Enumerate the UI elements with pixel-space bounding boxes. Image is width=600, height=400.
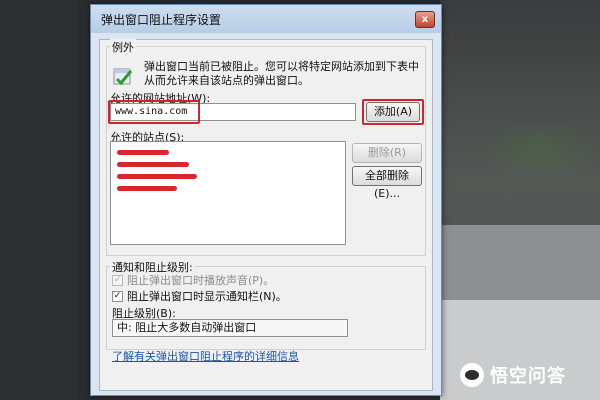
play-sound-option[interactable]: ✓ 阻止弹出窗口时播放声音(P)。 (112, 272, 274, 288)
list-item[interactable] (117, 159, 189, 170)
show-notification-bar-label: 阻止弹出窗口时显示通知栏(N)。 (127, 290, 287, 303)
show-notification-bar-checkbox[interactable]: ✓ (112, 290, 123, 302)
show-notification-bar-option[interactable]: ✓ 阻止弹出窗口时显示通知栏(N)。 (112, 288, 287, 304)
exceptions-info-text: 弹出窗口当前已被阻止。您可以将特定网站添加到下表中从而允许来自该站点的弹出窗口。 (144, 60, 419, 87)
background-blur (480, 118, 600, 178)
learn-more-link[interactable]: 了解有关弹出窗口阻止程序的详细信息 (112, 348, 299, 364)
popup-blocker-settings-dialog: 弹出窗口阻止程序设置 x 例外 弹出窗口当前已被阻止。您可以将特定网站添加到下表… (90, 4, 442, 396)
dialog-titlebar: 弹出窗口阻止程序设置 (91, 5, 441, 33)
watermark: 悟空问答 (460, 360, 566, 390)
redaction-mark (117, 150, 169, 155)
dialog-content: 例外 弹出窗口当前已被阻止。您可以将特定网站添加到下表中从而允许来自该站点的弹出… (99, 39, 433, 391)
remove-button[interactable]: 删除(R) (352, 143, 422, 163)
add-button-highlight (362, 99, 424, 125)
address-highlight (108, 100, 200, 124)
exceptions-group-label: 例外 (110, 39, 136, 55)
list-item[interactable] (117, 147, 169, 158)
list-item[interactable] (117, 183, 177, 194)
wukong-logo-icon (460, 363, 484, 387)
dialog-title: 弹出窗口阻止程序设置 (101, 12, 222, 27)
allowed-sites-list[interactable] (110, 141, 346, 245)
redaction-mark (117, 186, 177, 191)
close-button[interactable]: x (415, 11, 435, 28)
blocking-level-select[interactable]: 中: 阻止大多数自动弹出窗口 (112, 319, 348, 337)
shield-check-icon (113, 68, 133, 86)
play-sound-label: 阻止弹出窗口时播放声音(P)。 (127, 274, 275, 287)
watermark-text: 悟空问答 (490, 366, 566, 387)
desktop-background-right (440, 0, 600, 400)
redaction-mark (117, 174, 197, 179)
remove-all-button[interactable]: 全部删除(E)... (352, 166, 422, 200)
play-sound-checkbox[interactable]: ✓ (112, 274, 123, 286)
desktop-background-left (0, 0, 78, 400)
list-item[interactable] (117, 171, 197, 182)
redaction-mark (117, 162, 189, 167)
